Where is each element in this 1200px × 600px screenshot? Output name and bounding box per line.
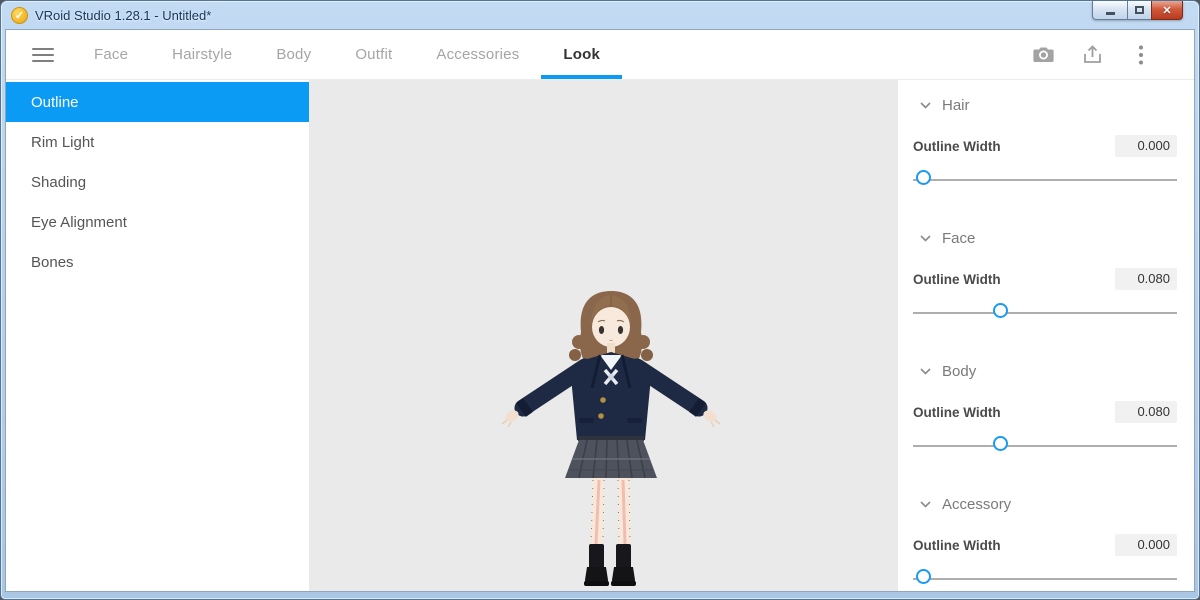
outline-width-value[interactable]: 0.000 <box>1115 534 1177 556</box>
export-icon[interactable] <box>1081 44 1103 66</box>
section-accessory-header[interactable]: Accessory <box>913 496 1177 513</box>
slider-thumb[interactable] <box>916 170 931 185</box>
outline-width-value[interactable]: 0.080 <box>1115 268 1177 290</box>
maximize-button[interactable] <box>1127 1 1151 20</box>
main-tabs: Face Hairstyle Body Outfit Accessories L… <box>72 30 622 79</box>
chevron-down-icon <box>920 501 931 508</box>
camera-icon[interactable] <box>1032 44 1054 66</box>
chevron-down-icon <box>920 102 931 109</box>
outline-width-slider[interactable] <box>913 436 1177 456</box>
outline-width-slider[interactable] <box>913 170 1177 190</box>
param-label: Outline Width <box>913 272 1001 287</box>
tab-accessories[interactable]: Accessories <box>414 30 541 79</box>
hamburger-menu-icon[interactable] <box>32 30 54 79</box>
tab-outfit[interactable]: Outfit <box>333 30 414 79</box>
sidebar-item-bones[interactable]: Bones <box>6 242 309 282</box>
section-body-header[interactable]: Body <box>913 363 1177 380</box>
maximize-icon <box>1135 6 1144 14</box>
window-title: VRoid Studio 1.28.1 - Untitled* <box>35 8 211 23</box>
section-body: Body Outline Width 0.080 <box>913 346 1177 479</box>
section-hair-header[interactable]: Hair <box>913 97 1177 114</box>
outline-width-value[interactable]: 0.000 <box>1115 135 1177 157</box>
section-title: Hair <box>942 97 970 114</box>
kebab-menu-icon[interactable] <box>1130 44 1152 66</box>
param-label: Outline Width <box>913 538 1001 553</box>
chevron-down-icon <box>920 235 931 242</box>
section-face-header[interactable]: Face <box>913 230 1177 247</box>
character-model <box>309 80 892 591</box>
param-label: Outline Width <box>913 405 1001 420</box>
slider-track[interactable] <box>913 179 1177 181</box>
tab-look[interactable]: Look <box>541 30 622 79</box>
slider-track[interactable] <box>913 578 1177 580</box>
outline-width-value[interactable]: 0.080 <box>1115 401 1177 423</box>
sidebar-item-eye-alignment[interactable]: Eye Alignment <box>6 202 309 242</box>
section-title: Accessory <box>942 496 1011 513</box>
outline-width-slider[interactable] <box>913 303 1177 323</box>
section-accessory: Accessory Outline Width 0.000 <box>913 479 1177 591</box>
section-hair: Hair Outline Width 0.000 <box>913 80 1177 213</box>
viewport-3d[interactable] <box>309 80 898 591</box>
param-label: Outline Width <box>913 139 1001 154</box>
app-window: ✓ VRoid Studio 1.28.1 - Untitled* ✕ Face… <box>0 0 1200 600</box>
look-sidebar: Outline Rim Light Shading Eye Alignment … <box>6 80 309 591</box>
slider-thumb[interactable] <box>993 303 1008 318</box>
minimize-button[interactable] <box>1092 1 1127 20</box>
slider-track[interactable] <box>913 445 1177 447</box>
section-face: Face Outline Width 0.080 <box>913 213 1177 346</box>
minimize-icon <box>1106 12 1115 15</box>
slider-thumb[interactable] <box>993 436 1008 451</box>
close-button[interactable]: ✕ <box>1151 1 1183 20</box>
tab-face[interactable]: Face <box>72 30 150 79</box>
outline-width-slider[interactable] <box>913 569 1177 589</box>
window-titlebar[interactable]: ✓ VRoid Studio 1.28.1 - Untitled* ✕ <box>5 1 1195 29</box>
tab-hairstyle[interactable]: Hairstyle <box>150 30 254 79</box>
sidebar-item-shading[interactable]: Shading <box>6 162 309 202</box>
slider-track[interactable] <box>913 312 1177 314</box>
outline-parameters-panel: Hair Outline Width 0.000 Face <box>898 80 1194 591</box>
section-title: Face <box>942 230 975 247</box>
top-navbar: Face Hairstyle Body Outfit Accessories L… <box>6 30 1194 80</box>
slider-thumb[interactable] <box>916 569 931 584</box>
sidebar-item-outline[interactable]: Outline <box>6 82 309 122</box>
vroid-app-icon: ✓ <box>11 7 28 24</box>
tab-body[interactable]: Body <box>254 30 333 79</box>
section-title: Body <box>942 363 976 380</box>
sidebar-item-rim-light[interactable]: Rim Light <box>6 122 309 162</box>
chevron-down-icon <box>920 368 931 375</box>
